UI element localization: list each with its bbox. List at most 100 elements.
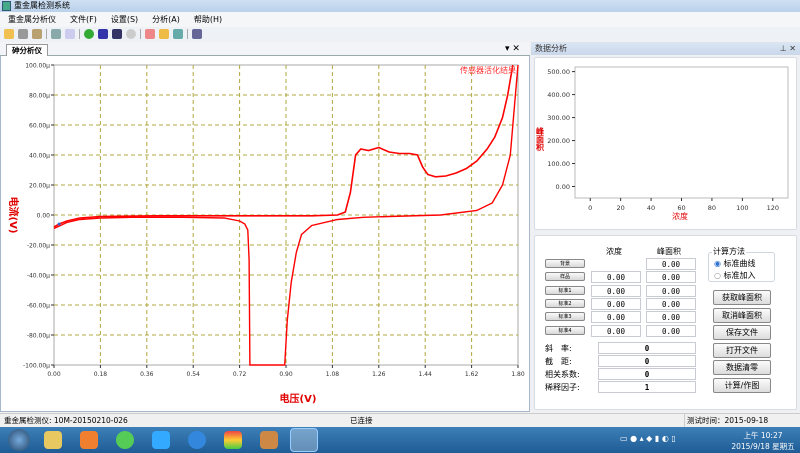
x-tick-label: 1.08: [326, 371, 340, 378]
x-tick-label: 20: [617, 204, 625, 212]
y-tick-label: 0.00: [37, 213, 51, 220]
start-button[interactable]: [8, 429, 30, 451]
peak-area-field[interactable]: 0.00: [646, 284, 696, 297]
x-tick-label: 0.54: [187, 371, 201, 378]
action-button-0[interactable]: 获取峰面积: [713, 290, 771, 305]
y-tick-label: -100.00µ: [23, 363, 50, 370]
x-tick-label: 1.80: [511, 371, 525, 378]
radio-standard-curve[interactable]: ◉ 标准曲线: [714, 258, 756, 269]
radio-unselected-icon: ○: [714, 271, 721, 280]
action-button-4[interactable]: 数据清零: [713, 360, 771, 375]
y-tick-label: -80.00µ: [27, 333, 50, 340]
x-tick-label: 0: [588, 204, 592, 212]
clock-date: 2015/9/18 星期五: [731, 442, 795, 451]
calibration-chart: 500.00 400.00 300.00 200.00 100.00 0.00 0 20 40…: [536, 66, 789, 221]
clock[interactable]: 上午 10:27 2015/9/18 星期五: [728, 430, 798, 452]
heavy-metal-app-icon[interactable]: [290, 428, 318, 452]
row-button-1[interactable]: 样品: [545, 272, 585, 282]
connection-status: 已连接: [350, 416, 373, 425]
method-title: 计算方法: [712, 246, 746, 257]
x-tick-label: 0.18: [94, 371, 108, 378]
x-tick-label: 1.62: [465, 371, 479, 378]
y-axis-label: 电流(V): [7, 197, 20, 234]
radio-standard-addition[interactable]: ○ 标准加入: [714, 270, 756, 281]
x-tick-label: 1.44: [419, 371, 433, 378]
data-analysis-header: 数据分析 ⊥ ✕: [531, 42, 800, 55]
concentration-field[interactable]: 0.00: [591, 284, 641, 297]
close-icon[interactable]: ✕: [789, 44, 796, 53]
x-axis-label: 浓度: [672, 211, 688, 221]
y-tick-label: -60.00µ: [27, 303, 50, 310]
x-tick-label: 0.90: [279, 371, 293, 378]
peak-area-field[interactable]: 0.00: [646, 297, 696, 310]
row-button-0[interactable]: 背景: [545, 259, 585, 268]
x-tick-label: 100: [736, 204, 748, 212]
plot-area: [574, 66, 789, 199]
media-player-icon[interactable]: [80, 431, 98, 449]
device-status: 重金属检测仪: 10M-20150210-026: [4, 416, 128, 425]
peak-area-field[interactable]: 0.00: [646, 311, 696, 324]
stat-label: 截 距:: [545, 357, 572, 366]
y-tick-label: 200.00: [547, 137, 570, 145]
peak-area-field[interactable]: 0.00: [646, 324, 696, 337]
x-tick-label: 0.36: [140, 371, 154, 378]
action-button-3[interactable]: 打开文件: [713, 342, 771, 358]
concentration-field[interactable]: 0.00: [591, 311, 641, 324]
y-tick-label: 100.00µ: [25, 63, 50, 70]
pin-icon[interactable]: ⊥: [780, 44, 787, 53]
stat-label: 斜 率:: [545, 344, 572, 353]
stat-value: 0: [598, 342, 696, 354]
stat-label: 稀释因子:: [545, 383, 580, 392]
ie-icon[interactable]: [188, 431, 206, 449]
y-tick-label: 60.00µ: [29, 123, 50, 130]
x-tick-label: 0.00: [47, 371, 61, 378]
tray-icons[interactable]: ▭ ● ▴ ◆ ▮ ◐ ▯: [620, 434, 676, 443]
app-green-icon[interactable]: [116, 431, 134, 449]
browser-icon[interactable]: [224, 431, 242, 449]
action-button-2[interactable]: 保存文件: [713, 325, 771, 340]
y-tick-label: 80.00µ: [29, 93, 50, 100]
x-tick-label: 120: [767, 204, 779, 212]
stat-value: 1: [598, 381, 696, 393]
y-tick-label: 100.00: [547, 160, 570, 168]
action-button-1[interactable]: 取消峰面积: [713, 307, 771, 323]
explorer-icon[interactable]: [44, 431, 62, 449]
y-axis-label: 峰面积: [536, 126, 545, 152]
row-button-3[interactable]: 标准2: [545, 298, 585, 308]
concentration-field[interactable]: 0.00: [591, 271, 641, 284]
scan-start-marker: [57, 222, 61, 226]
x-tick-label: 0.72: [233, 371, 247, 378]
row-button-4[interactable]: 标准3: [545, 312, 585, 322]
concentration-header: 浓度: [606, 247, 622, 256]
radio-selected-icon: ◉: [714, 259, 721, 268]
status-bar: 重金属检测仪: 10M-20150210-026 已连接 测试时间：2015-0…: [0, 413, 800, 442]
x-tick-label: 1.26: [372, 371, 386, 378]
y-tick-label: 0.00: [556, 183, 570, 191]
chart-annotation: 传感器活化结果: [460, 65, 516, 75]
stat-value: 0: [598, 355, 696, 367]
pptv-icon[interactable]: [152, 431, 170, 449]
peak-area-header: 峰面积: [657, 247, 681, 256]
y-tick-label: 400.00: [547, 91, 570, 99]
x-axis-label: 电压(V): [280, 392, 317, 405]
y-tick-label: -40.00µ: [27, 273, 50, 280]
action-button-5[interactable]: 计算/作图: [713, 377, 771, 393]
stat-value: 0: [598, 368, 696, 380]
y-tick-label: -20.00µ: [27, 243, 50, 250]
x-tick-label: 60: [677, 204, 685, 212]
row-button-5[interactable]: 标准4: [545, 325, 585, 335]
y-tick-label: 20.00µ: [29, 183, 50, 190]
stat-label: 相关系数:: [545, 370, 580, 379]
row-button-2[interactable]: 标准1: [545, 285, 585, 295]
game-icon[interactable]: [260, 431, 278, 449]
peak-area-field[interactable]: 0.00: [646, 271, 696, 284]
y-tick-label: 300.00: [547, 114, 570, 122]
clock-time: 上午 10:27: [743, 431, 783, 440]
peak-area-field[interactable]: 0.00: [646, 258, 696, 270]
x-tick-label: 80: [708, 204, 716, 212]
concentration-field[interactable]: 0.00: [591, 324, 641, 337]
y-tick-label: 500.00: [547, 68, 570, 76]
voltammetry-chart: 100.00µ 80.00µ 60.00µ 40.00µ 20.00µ 0.00 -20.0…: [7, 63, 525, 406]
concentration-field[interactable]: 0.00: [591, 297, 641, 310]
y-tick-label: 40.00µ: [29, 153, 50, 160]
